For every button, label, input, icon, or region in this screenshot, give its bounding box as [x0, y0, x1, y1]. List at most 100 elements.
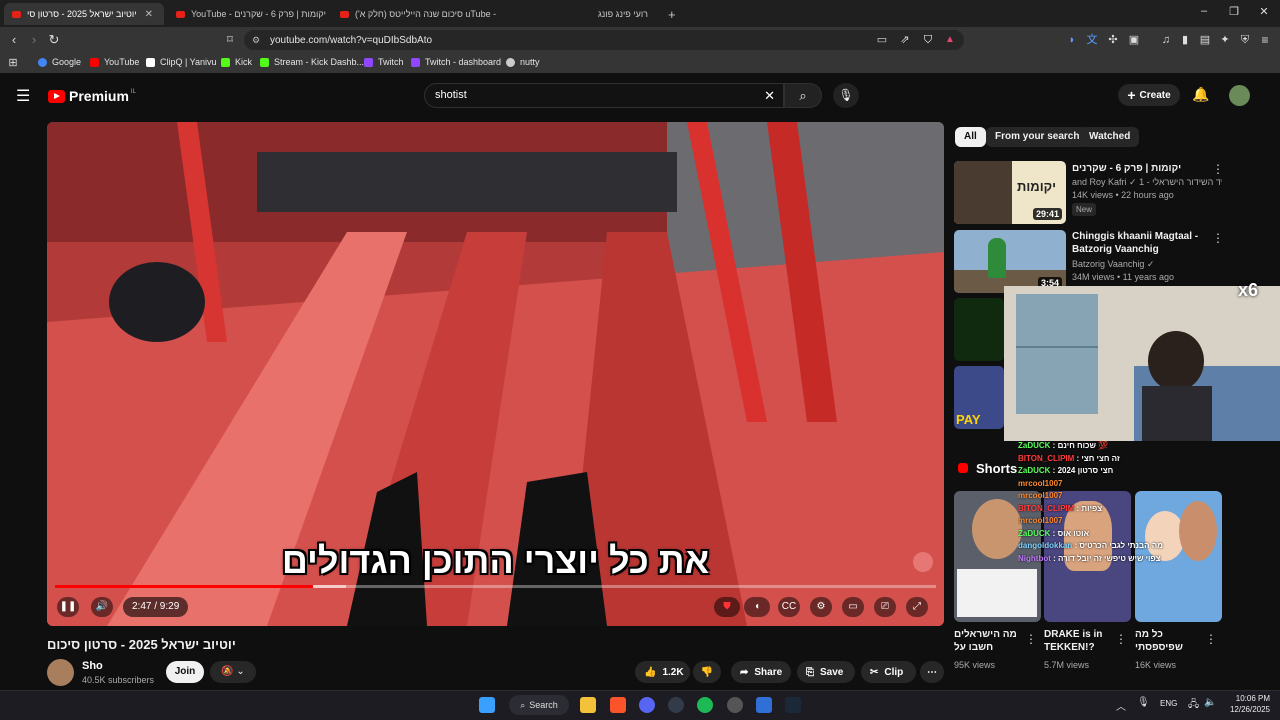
- channel-name[interactable]: Sho: [82, 660, 103, 672]
- subscription-bell-button[interactable]: 🔕 ⌄: [210, 661, 256, 683]
- recommendation-title[interactable]: Chinggis khaanii Magtaal - Batzorig Vaan…: [1072, 230, 1210, 256]
- browser-tab[interactable]: סיכום שנה היילייטס (חלק א') uTube -: [332, 3, 497, 25]
- windows-start-icon[interactable]: [479, 697, 495, 713]
- bookmark-kick-dashboard[interactable]: Stream - Kick Dashb...: [260, 57, 364, 67]
- youtube-premium-logo[interactable]: Premium IL: [48, 88, 136, 104]
- create-button[interactable]: + Create: [1118, 84, 1180, 106]
- forward-icon[interactable]: ›: [26, 32, 42, 48]
- apps-grid-icon[interactable]: ⊞: [5, 55, 21, 71]
- reload-icon[interactable]: ↻: [46, 32, 62, 48]
- steam-icon[interactable]: [785, 697, 801, 713]
- search-input[interactable]: shotist ✕: [424, 83, 784, 108]
- chip-watched[interactable]: Watched: [1080, 127, 1140, 147]
- address-bar[interactable]: ⚙ youtube.com/watch?v=quDIbSdbAto: [244, 30, 964, 50]
- screenshot-icon[interactable]: ▣: [1126, 32, 1142, 48]
- autoplay-toggle[interactable]: ◖: [744, 597, 770, 617]
- sidebar-icon[interactable]: ▮: [1177, 32, 1193, 48]
- extensions-icon[interactable]: ✣: [1105, 32, 1121, 48]
- close-tab-icon[interactable]: ✕: [145, 9, 153, 20]
- app-icon[interactable]: [756, 697, 772, 713]
- bookmark-youtube[interactable]: YouTube: [90, 57, 139, 67]
- like-button[interactable]: 👍 1.2K: [635, 661, 690, 683]
- file-explorer-icon[interactable]: [580, 697, 596, 713]
- audio-icon[interactable]: ◗: [1064, 32, 1080, 48]
- recommendation-thumbnail[interactable]: PAY: [954, 366, 1004, 429]
- join-button[interactable]: Join: [166, 661, 204, 683]
- restore-icon[interactable]: ❐: [1224, 5, 1244, 18]
- tray-chevron-icon[interactable]: ︿: [1116, 698, 1126, 713]
- speaker-icon[interactable]: 🔈: [1204, 697, 1216, 708]
- recommendation-thumbnail[interactable]: 3:54: [954, 230, 1066, 293]
- brave-shield-icon[interactable]: ⛉: [920, 32, 936, 48]
- bookmark-kick[interactable]: Kick: [221, 57, 252, 67]
- discord-icon[interactable]: [639, 697, 655, 713]
- more-actions-button[interactable]: ⋯: [920, 661, 944, 683]
- dislike-button[interactable]: 👎: [693, 661, 721, 683]
- subtitles-button[interactable]: CC: [778, 597, 800, 617]
- miniplayer-button[interactable]: ▭: [842, 597, 864, 617]
- bookmark-google[interactable]: Google: [38, 57, 81, 67]
- channel-avatar[interactable]: [47, 659, 74, 686]
- progress-bar[interactable]: [55, 585, 936, 588]
- bookmark-clipq[interactable]: ClipQ | Yanivu: [146, 57, 217, 67]
- chip-from-your-search[interactable]: From your search: [986, 127, 1089, 147]
- new-tab-button[interactable]: +: [660, 3, 682, 25]
- language-indicator[interactable]: ENG: [1160, 699, 1177, 708]
- browser-tab[interactable]: YouTube - יקומות | פרק 6 - שקרנים: [168, 3, 328, 25]
- bookmark-page-icon[interactable]: ⌑: [222, 32, 238, 48]
- recommendation-title[interactable]: יקומות | פרק 6 - שקרנים: [1072, 162, 1210, 175]
- bookmark-twitch-dashboard[interactable]: Twitch - dashboard: [411, 57, 501, 67]
- network-icon[interactable]: 🖧: [1188, 697, 1199, 714]
- guide-menu-icon[interactable]: ☰: [16, 86, 30, 106]
- recommendation-menu-icon[interactable]: ⋮: [1212, 162, 1224, 176]
- browser-tab[interactable]: רועי פינג פונג: [500, 3, 656, 25]
- short-menu-icon[interactable]: ⋮: [1025, 632, 1037, 646]
- recommendation-thumbnail[interactable]: יקומות 29:41: [954, 161, 1066, 224]
- pause-button[interactable]: ❚❚: [57, 597, 79, 617]
- taskbar-search[interactable]: ⌕ Search: [509, 695, 569, 715]
- clip-button[interactable]: ✂ Clip: [861, 661, 916, 683]
- short-title[interactable]: מה הישראלים חשבו על: [954, 628, 1024, 654]
- site-info-icon[interactable]: ⚙: [252, 35, 260, 46]
- settings-button[interactable]: ⚙: [810, 597, 832, 617]
- system-clock[interactable]: 10:06 PM 12/26/2025: [1222, 693, 1270, 715]
- close-window-icon[interactable]: ✕: [1254, 5, 1274, 18]
- save-button[interactable]: ⎘ Save: [797, 661, 855, 683]
- browser-tab-active[interactable]: יוטיוב ישראל 2025 - סרטון סי ✕: [4, 3, 164, 25]
- volume-button[interactable]: 🔊: [91, 597, 113, 617]
- media-icon[interactable]: ♫: [1158, 32, 1174, 48]
- short-title[interactable]: DRAKE is in TEKKEN!?: [1044, 628, 1114, 654]
- minimize-icon[interactable]: –: [1194, 5, 1214, 17]
- brave-browser-icon[interactable]: [610, 697, 626, 713]
- account-avatar[interactable]: [1229, 85, 1250, 106]
- voice-search-button[interactable]: 🎙: [833, 83, 859, 108]
- recommendation-menu-icon[interactable]: ⋮: [1212, 231, 1224, 245]
- recommendation-thumbnail[interactable]: [954, 298, 1004, 361]
- notifications-bell-icon[interactable]: 🔔: [1192, 86, 1209, 103]
- wallet-icon[interactable]: ▤: [1197, 32, 1213, 48]
- app-icon[interactable]: [668, 697, 684, 713]
- bookmark-twitch[interactable]: Twitch: [364, 57, 404, 67]
- cast-icon[interactable]: ▭: [874, 32, 890, 48]
- search-button[interactable]: ⌕: [784, 83, 822, 108]
- share-button[interactable]: ➦ Share: [731, 661, 791, 683]
- share-page-icon[interactable]: ⇗: [897, 32, 913, 48]
- spotify-icon[interactable]: [697, 697, 713, 713]
- short-title[interactable]: כל מה שפיספסתי: [1135, 628, 1205, 654]
- cast-button[interactable]: ⎚: [874, 597, 896, 617]
- short-menu-icon[interactable]: ⋮: [1115, 632, 1127, 646]
- brave-rewards-icon[interactable]: ▲: [942, 32, 958, 48]
- bookmark-nutty[interactable]: nutty: [506, 57, 540, 67]
- back-icon[interactable]: ‹: [6, 32, 22, 48]
- fullscreen-button[interactable]: ⤢: [906, 597, 928, 617]
- vpn-icon[interactable]: ⛨: [1237, 32, 1253, 48]
- clear-search-icon[interactable]: ✕: [764, 84, 775, 107]
- translate-icon[interactable]: 文: [1084, 32, 1100, 48]
- microphone-tray-icon[interactable]: 🎙: [1137, 697, 1150, 708]
- ad-shield-icon[interactable]: ⛊: [714, 597, 740, 617]
- leo-ai-icon[interactable]: ✦: [1217, 32, 1233, 48]
- menu-icon[interactable]: ≡: [1257, 32, 1273, 48]
- video-player[interactable]: את כל יוצרי התוכן הגדולים: [47, 122, 944, 626]
- short-menu-icon[interactable]: ⋮: [1205, 632, 1217, 646]
- obs-icon[interactable]: [727, 697, 743, 713]
